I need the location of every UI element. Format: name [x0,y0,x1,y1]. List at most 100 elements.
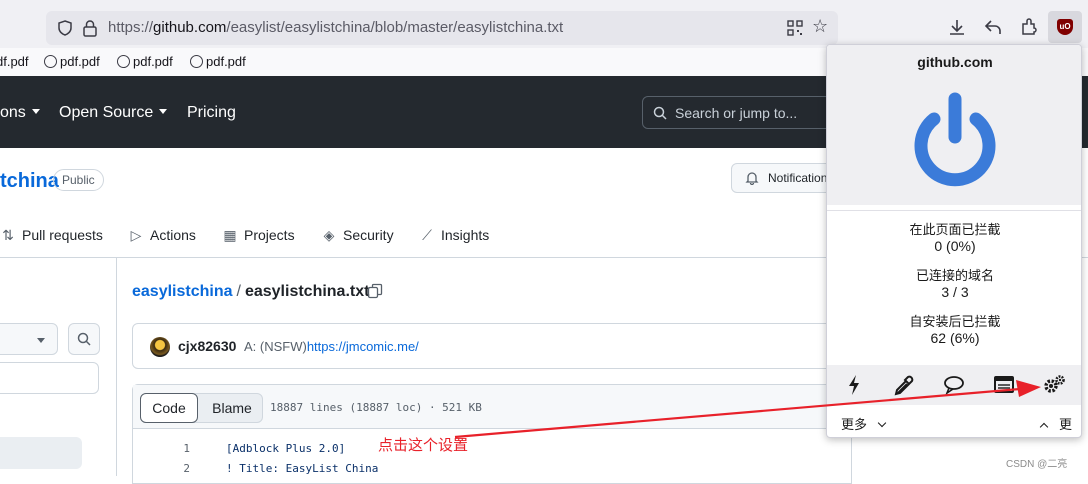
stat-label: 在此页面已拦截 [909,222,1001,237]
bookmark-label: df.pdf [0,54,29,69]
tab-label: Pull requests [22,227,103,243]
tab-label: Actions [150,227,196,243]
globe-icon [190,55,203,68]
nav-pricing[interactable]: Pricing [187,104,236,122]
chevron-down-icon [31,109,40,114]
commit-author-link[interactable]: cjx82630 [178,338,236,354]
globe-icon [44,55,57,68]
chevron-down-icon [159,109,168,114]
stat-value: 3 / 3 [941,284,969,300]
pull-request-icon: ⇅ [2,227,14,243]
tab-actions[interactable]: ▷ Actions [128,227,196,244]
bookmark-label: pdf.pdf [133,54,173,69]
stat-label: 已连接的域名 [915,268,994,283]
blame-view-button[interactable]: Blame [204,393,260,423]
tab-label: Security [343,227,394,243]
line-number[interactable]: 1 [160,442,190,455]
tab-projects[interactable]: ▦ Projects [222,227,294,244]
graph-icon: ⟋ [422,227,432,243]
table-icon: ▦ [223,227,237,243]
bookmark-item[interactable]: df.pdf [0,54,29,69]
search-input[interactable]: Search or jump to... [642,96,842,129]
line-number[interactable]: 2 [160,462,190,475]
url-host: github.com [153,19,227,36]
tab-label: Insights [441,227,490,243]
more-label: 更多 [841,417,868,432]
notifications-button[interactable]: Notification [731,163,841,193]
lock-icon[interactable] [82,19,98,37]
annotation-text: 点击这个设置 [378,437,469,454]
notifications-label: Notification [768,171,828,185]
chevron-down-icon [877,418,887,428]
settings-gears-icon[interactable] [1039,371,1069,399]
shield-icon[interactable] [56,19,74,37]
stat-value: 0 (0%) [934,238,976,254]
popup-domain: github.com [917,54,993,70]
bell-icon [745,172,759,185]
logger-icon[interactable] [989,371,1019,399]
file-filter-input[interactable] [0,362,99,394]
visibility-badge: Public [53,169,104,191]
url-path: /easylist/easylistchina/blob/master/easy… [226,19,564,36]
extensions-icon[interactable] [1019,17,1039,37]
pane-divider [116,258,117,476]
search-icon [77,332,91,346]
stat-value: 62 (6%) [930,330,980,346]
globe-icon [117,55,130,68]
download-icon[interactable] [947,17,967,37]
bookmark-item[interactable]: pdf.pdf [117,54,173,69]
url-text[interactable]: https://github.com/easylist/easylistchin… [108,19,563,36]
code-line: [Adblock Plus 2.0] [226,442,346,455]
ublock-shield-icon: uO [1057,19,1073,35]
qr-code-icon[interactable] [786,19,804,37]
speech-bubble-icon[interactable] [939,371,969,399]
url-prefix: https:// [108,19,154,36]
ublock-popup: github.com 在此页面已拦截 0 (0%) 已连接的域名 3 / 3 自… [826,44,1082,438]
bookmark-label: pdf.pdf [206,54,246,69]
ublock-toolbar-button[interactable]: uO [1048,11,1082,43]
branch-select[interactable] [0,323,58,355]
file-stats: 18887 lines (18887 loc) · 521 KB [270,401,482,414]
lightning-icon[interactable] [839,371,869,399]
play-circle-icon: ▷ [130,227,142,243]
avatar[interactable] [150,337,170,357]
watermark: CSDN @二亮 [1006,459,1068,470]
latest-commit-box [132,323,852,369]
file-search-button[interactable] [68,323,100,355]
stat-label: 自安装后已拦截 [909,314,1001,329]
bookmark-item[interactable]: pdf.pdf [190,54,246,69]
repo-name-link[interactable]: tchina [0,170,59,193]
tab-security[interactable]: ◈ Security [321,227,394,244]
bookmark-item[interactable]: pdf.pdf [44,54,100,69]
breadcrumb-repo-link[interactable]: easylistchina [132,283,233,300]
file-tree-item[interactable] [0,437,82,469]
commit-link[interactable]: https://jmcomic.me/ [307,339,419,354]
breadcrumb: easylistchina / easylistchina.txt [132,283,369,301]
shield-icon: ◈ [323,227,335,243]
star-bookmark-icon[interactable]: ☆ [812,16,828,37]
copy-icon[interactable] [367,283,383,299]
power-switch-icon[interactable] [907,91,1003,189]
bookmark-label: pdf.pdf [60,54,100,69]
back-arrow-icon[interactable] [983,17,1003,37]
commit-message: A: (NSFW)https://jmcomic.me/ [244,339,419,354]
tab-pull-requests[interactable]: ⇅ Pull requests [0,227,103,244]
nav-open-source[interactable]: Open Source [59,104,168,122]
tab-insights[interactable]: ⟋ Insights [419,227,489,244]
search-icon [653,106,667,120]
eyedropper-icon[interactable] [889,371,919,399]
commit-prefix: A: (NSFW) [244,339,307,354]
less-button[interactable]: 更少 [1039,414,1081,437]
code-line: ! Title: EasyList China [226,462,379,475]
nav-label: Open Source [59,104,154,121]
search-placeholder: Search or jump to... [675,105,798,121]
nav-solutions[interactable]: ons [0,104,40,122]
more-button[interactable]: 更多 [841,414,887,433]
nav-label: ons [0,104,26,121]
popup-divider [827,210,1081,211]
chevron-up-icon [1039,422,1049,432]
url-bar[interactable]: https://github.com/easylist/easylistchin… [46,11,838,45]
code-view-button[interactable]: Code [140,393,198,423]
breadcrumb-separator: / [236,283,241,300]
file-name: easylistchina.txt [244,283,370,300]
